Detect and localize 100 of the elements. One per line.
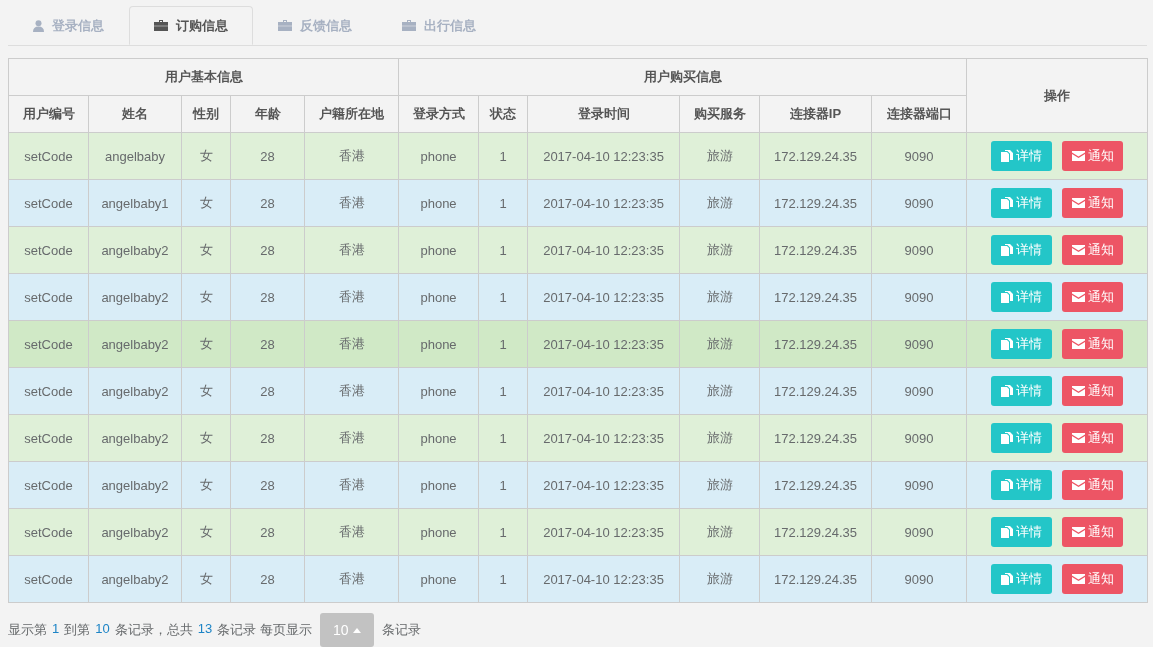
table-cell: angelbaby2 [88, 461, 182, 509]
table-cell: 女 [181, 508, 231, 556]
notify-button[interactable]: 通知 [1062, 329, 1124, 359]
table-cell: 28 [230, 179, 305, 227]
table-cell: 172.129.24.35 [759, 508, 872, 556]
table-cell: phone [398, 508, 479, 556]
table-cell: phone [398, 179, 479, 227]
details-button[interactable]: 详情 [991, 235, 1053, 265]
table-cell: 28 [230, 414, 305, 462]
table-cell: 172.129.24.35 [759, 273, 872, 321]
table-cell: 香港 [304, 367, 399, 415]
notify-button[interactable]: 通知 [1062, 376, 1124, 406]
page-size-dropdown[interactable]: 10 [319, 613, 374, 647]
briefcase-icon [154, 20, 168, 31]
table-cell: 2017-04-10 12:23:35 [527, 132, 680, 180]
table-cell: 旅游 [679, 414, 760, 462]
details-button[interactable]: 详情 [991, 376, 1053, 406]
tab[interactable]: 反馈信息 [253, 6, 377, 45]
column-header: 状态 [478, 95, 528, 133]
table-cell: 28 [230, 226, 305, 274]
table-cell: 女 [181, 179, 231, 227]
tab[interactable]: 出行信息 [377, 6, 501, 45]
table-cell: 女 [181, 461, 231, 509]
table-cell: 女 [181, 555, 231, 603]
table-cell: 2017-04-10 12:23:35 [527, 367, 680, 415]
copy-icon [1001, 525, 1014, 539]
notify-button[interactable]: 通知 [1062, 235, 1124, 265]
table-cell: 旅游 [679, 367, 760, 415]
table-cell: 9090 [871, 132, 967, 180]
column-header: 操作 [966, 58, 1148, 133]
copy-icon [1001, 431, 1014, 445]
table-cell: 香港 [304, 555, 399, 603]
table-cell: phone [398, 555, 479, 603]
table-cell: setCode [8, 320, 89, 368]
details-button[interactable]: 详情 [991, 470, 1053, 500]
details-button[interactable]: 详情 [991, 188, 1053, 218]
details-button[interactable]: 详情 [991, 564, 1053, 594]
table-cell: 2017-04-10 12:23:35 [527, 414, 680, 462]
notify-button[interactable]: 通知 [1062, 282, 1124, 312]
table-cell: 28 [230, 461, 305, 509]
envelope-icon [1071, 245, 1085, 255]
caret-icon [352, 627, 361, 633]
envelope-icon [1071, 527, 1085, 537]
notify-button[interactable]: 通知 [1062, 188, 1124, 218]
table-cell: 香港 [304, 273, 399, 321]
table-cell: 2017-04-10 12:23:35 [527, 179, 680, 227]
table-cell: 9090 [871, 414, 967, 462]
table-cell: phone [398, 461, 479, 509]
table-cell: 女 [181, 273, 231, 321]
table-cell: 1 [478, 226, 528, 274]
table-cell: 旅游 [679, 179, 760, 227]
table-cell: 2017-04-10 12:23:35 [527, 273, 680, 321]
table-cell: 旅游 [679, 508, 760, 556]
table-cell: phone [398, 414, 479, 462]
notify-button[interactable]: 通知 [1062, 141, 1124, 171]
table-cell: angelbaby [88, 132, 182, 180]
details-button[interactable]: 详情 [991, 141, 1053, 171]
column-header: 登录时间 [527, 95, 680, 133]
details-button[interactable]: 详情 [991, 282, 1053, 312]
table-cell: 女 [181, 320, 231, 368]
table-cell: 172.129.24.35 [759, 367, 872, 415]
table-cell: 香港 [304, 179, 399, 227]
notify-button[interactable]: 通知 [1062, 470, 1124, 500]
tab[interactable]: 订购信息 [129, 6, 253, 45]
table-cell: phone [398, 320, 479, 368]
notify-button[interactable]: 通知 [1062, 517, 1124, 547]
table-cell: 1 [478, 508, 528, 556]
notify-button[interactable]: 通知 [1062, 564, 1124, 594]
group-header: 用户购买信息 [398, 58, 967, 96]
table-cell: 香港 [304, 461, 399, 509]
table-cell: 9090 [871, 367, 967, 415]
table-cell: 9090 [871, 461, 967, 509]
table-cell: 9090 [871, 226, 967, 274]
details-button[interactable]: 详情 [991, 329, 1053, 359]
details-button[interactable]: 详情 [991, 517, 1053, 547]
table-cell: 女 [181, 414, 231, 462]
table-cell: 28 [230, 320, 305, 368]
table-cell: 172.129.24.35 [759, 555, 872, 603]
briefcase-icon [278, 20, 292, 31]
envelope-icon [1071, 574, 1085, 584]
details-button[interactable]: 详情 [991, 423, 1053, 453]
table-cell: 香港 [304, 414, 399, 462]
envelope-icon [1071, 433, 1085, 443]
notify-button[interactable]: 通知 [1062, 423, 1124, 453]
copy-icon [1001, 290, 1014, 304]
copy-icon [1001, 196, 1014, 210]
table-cell: 28 [230, 367, 305, 415]
table-cell: 28 [230, 555, 305, 603]
table-cell: angelbaby1 [88, 179, 182, 227]
table-cell: 香港 [304, 132, 399, 180]
copy-icon [1001, 478, 1014, 492]
briefcase-icon [402, 20, 416, 31]
group-header: 用户基本信息 [8, 58, 399, 96]
table-cell: angelbaby2 [88, 273, 182, 321]
table-cell: 1 [478, 132, 528, 180]
table-cell: 旅游 [679, 273, 760, 321]
table-cell: 172.129.24.35 [759, 179, 872, 227]
table-cell: angelbaby2 [88, 508, 182, 556]
table-cell: setCode [8, 132, 89, 180]
tab[interactable]: 登录信息 [8, 6, 129, 45]
